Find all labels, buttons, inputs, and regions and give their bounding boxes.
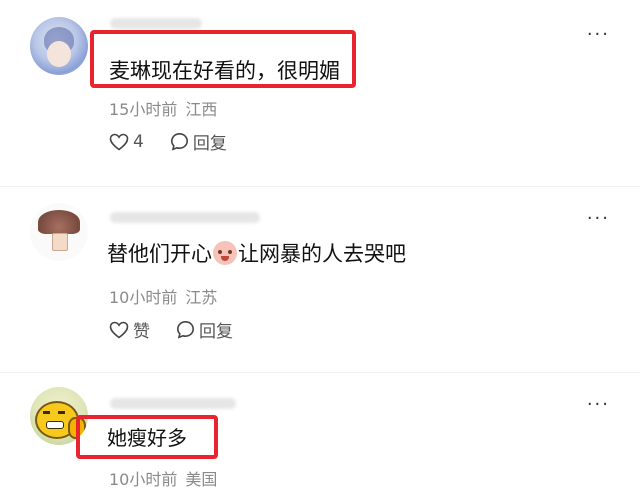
username-blurred[interactable]	[110, 18, 202, 29]
avatar[interactable]	[30, 203, 88, 261]
more-options-icon[interactable]: ···	[587, 210, 610, 228]
username-blurred[interactable]	[110, 212, 260, 223]
comment-meta: 15小时前 江西	[109, 96, 217, 120]
comment-location: 江西	[185, 100, 218, 119]
comment-location: 美国	[185, 470, 218, 489]
like-button[interactable]: 4	[109, 132, 144, 152]
more-options-icon[interactable]: ···	[587, 396, 610, 414]
comment-bubble-icon	[170, 132, 188, 151]
reply-label: 回复	[199, 322, 233, 342]
username-blurred[interactable]	[110, 398, 236, 409]
like-button[interactable]: 赞	[109, 317, 150, 342]
like-count: 4	[133, 131, 144, 152]
like-label: 赞	[133, 322, 150, 342]
comment-text: 麦琳现在好看的，很明媚	[109, 59, 340, 83]
comment-meta: 10小时前 江苏	[109, 284, 217, 308]
comment-meta: 10小时前 美国	[109, 466, 217, 490]
comment-bubble-icon	[176, 320, 195, 339]
more-options-icon[interactable]: ···	[587, 26, 610, 44]
comment-text-part2: 让网暴的人去哭吧	[238, 242, 406, 266]
comment-text: 她瘦好多	[107, 426, 187, 450]
reply-button[interactable]: 回复	[170, 129, 227, 154]
comment-time: 15小时前	[109, 100, 178, 119]
heart-icon	[109, 321, 129, 339]
comment-time: 10小时前	[109, 288, 178, 307]
reply-button[interactable]: 回复	[176, 317, 233, 342]
divider	[0, 186, 640, 187]
comment-actions: 赞 回复	[109, 317, 233, 342]
avatar[interactable]	[30, 17, 88, 75]
reply-label: 回复	[192, 134, 227, 154]
comment-text-part1: 替他们开心	[107, 242, 212, 266]
comment-time: 10小时前	[109, 470, 178, 489]
blushing-face-emoji-icon	[213, 241, 237, 265]
comment-actions: 4 回复	[109, 129, 227, 154]
comment-text: 替他们开心 让网暴的人去哭吧	[107, 241, 406, 267]
comment-location: 江苏	[185, 288, 218, 307]
divider	[0, 372, 640, 373]
heart-icon	[109, 133, 129, 151]
